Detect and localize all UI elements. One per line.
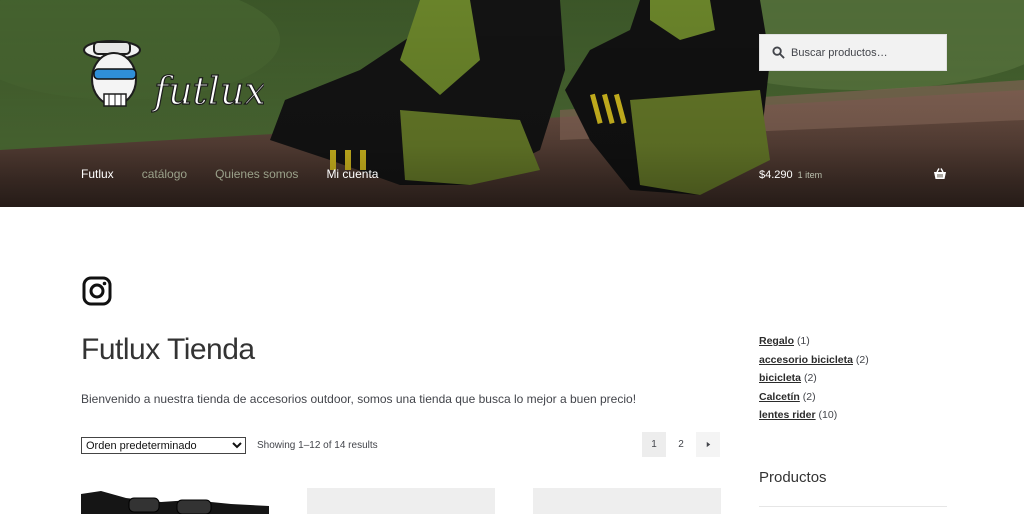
orderby-select[interactable]: Orden predeterminado bbox=[81, 437, 246, 454]
search-input[interactable] bbox=[791, 46, 941, 59]
widget-title-productos: Productos bbox=[759, 469, 827, 486]
chevron-right-icon bbox=[706, 441, 710, 448]
page-2[interactable]: 2 bbox=[669, 432, 693, 457]
category-item: accesorio bicicleta (2) bbox=[759, 351, 869, 370]
primary-navigation: Futlux catálogo Quienes somos Mi cuenta bbox=[81, 167, 378, 181]
svg-text:futlux: futlux bbox=[151, 69, 264, 113]
result-count: Showing 1–12 of 14 results bbox=[257, 440, 378, 451]
category-item: bicicleta (2) bbox=[759, 369, 869, 388]
product-grid bbox=[81, 488, 721, 514]
category-count: (2) bbox=[803, 372, 817, 384]
product-card[interactable] bbox=[81, 488, 269, 514]
page-1[interactable]: 1 bbox=[642, 432, 666, 457]
basket-icon[interactable] bbox=[933, 167, 947, 181]
site-header: futlux Futlux catálogo Quienes somos Mi … bbox=[0, 0, 1024, 207]
nav-item-mi-cuenta[interactable]: Mi cuenta bbox=[326, 167, 378, 181]
category-count: (2) bbox=[855, 353, 869, 366]
header-cart[interactable]: $4.290 1 item bbox=[759, 167, 947, 183]
category-link[interactable]: Calcetín bbox=[759, 391, 800, 403]
nav-item-quienes-somos[interactable]: Quienes somos bbox=[215, 167, 298, 181]
category-link[interactable]: lentes rider bbox=[759, 409, 816, 421]
category-item: Regalo (1) bbox=[759, 332, 869, 351]
cart-amount[interactable]: $4.290 bbox=[759, 169, 793, 181]
category-count: (10) bbox=[818, 409, 838, 421]
site-logo[interactable]: futlux bbox=[82, 34, 266, 126]
category-count: (1) bbox=[796, 335, 810, 347]
category-count: (2) bbox=[802, 390, 816, 403]
category-link[interactable]: accesorio bicicleta bbox=[759, 354, 853, 366]
instagram-icon[interactable] bbox=[82, 276, 112, 306]
category-link[interactable]: Regalo bbox=[759, 335, 794, 347]
product-card[interactable] bbox=[307, 488, 495, 514]
category-item: lentes rider (10) bbox=[759, 406, 869, 425]
next-page-button[interactable] bbox=[696, 432, 720, 457]
category-link[interactable]: bicicleta bbox=[759, 372, 801, 384]
product-categories-widget: Regalo (1) accesorio bicicleta (2) bicic… bbox=[759, 332, 869, 425]
search-form bbox=[759, 34, 947, 71]
nav-item-futlux[interactable]: Futlux bbox=[81, 167, 114, 181]
cart-count[interactable]: 1 item bbox=[798, 170, 823, 180]
category-item: Calcetín (2) bbox=[759, 388, 869, 407]
page-title: Futlux Tienda bbox=[81, 333, 255, 366]
product-card[interactable] bbox=[533, 488, 721, 514]
shop-sorting: Orden predeterminado Showing 1–12 of 14 … bbox=[81, 437, 378, 454]
widget-divider bbox=[759, 506, 947, 507]
pagination: 1 2 bbox=[642, 432, 720, 457]
search-icon[interactable] bbox=[772, 46, 785, 59]
product-image[interactable] bbox=[81, 488, 269, 514]
nav-item-catalogo[interactable]: catálogo bbox=[142, 167, 187, 181]
shop-intro-text: Bienvenido a nuestra tienda de accesorio… bbox=[81, 392, 637, 406]
